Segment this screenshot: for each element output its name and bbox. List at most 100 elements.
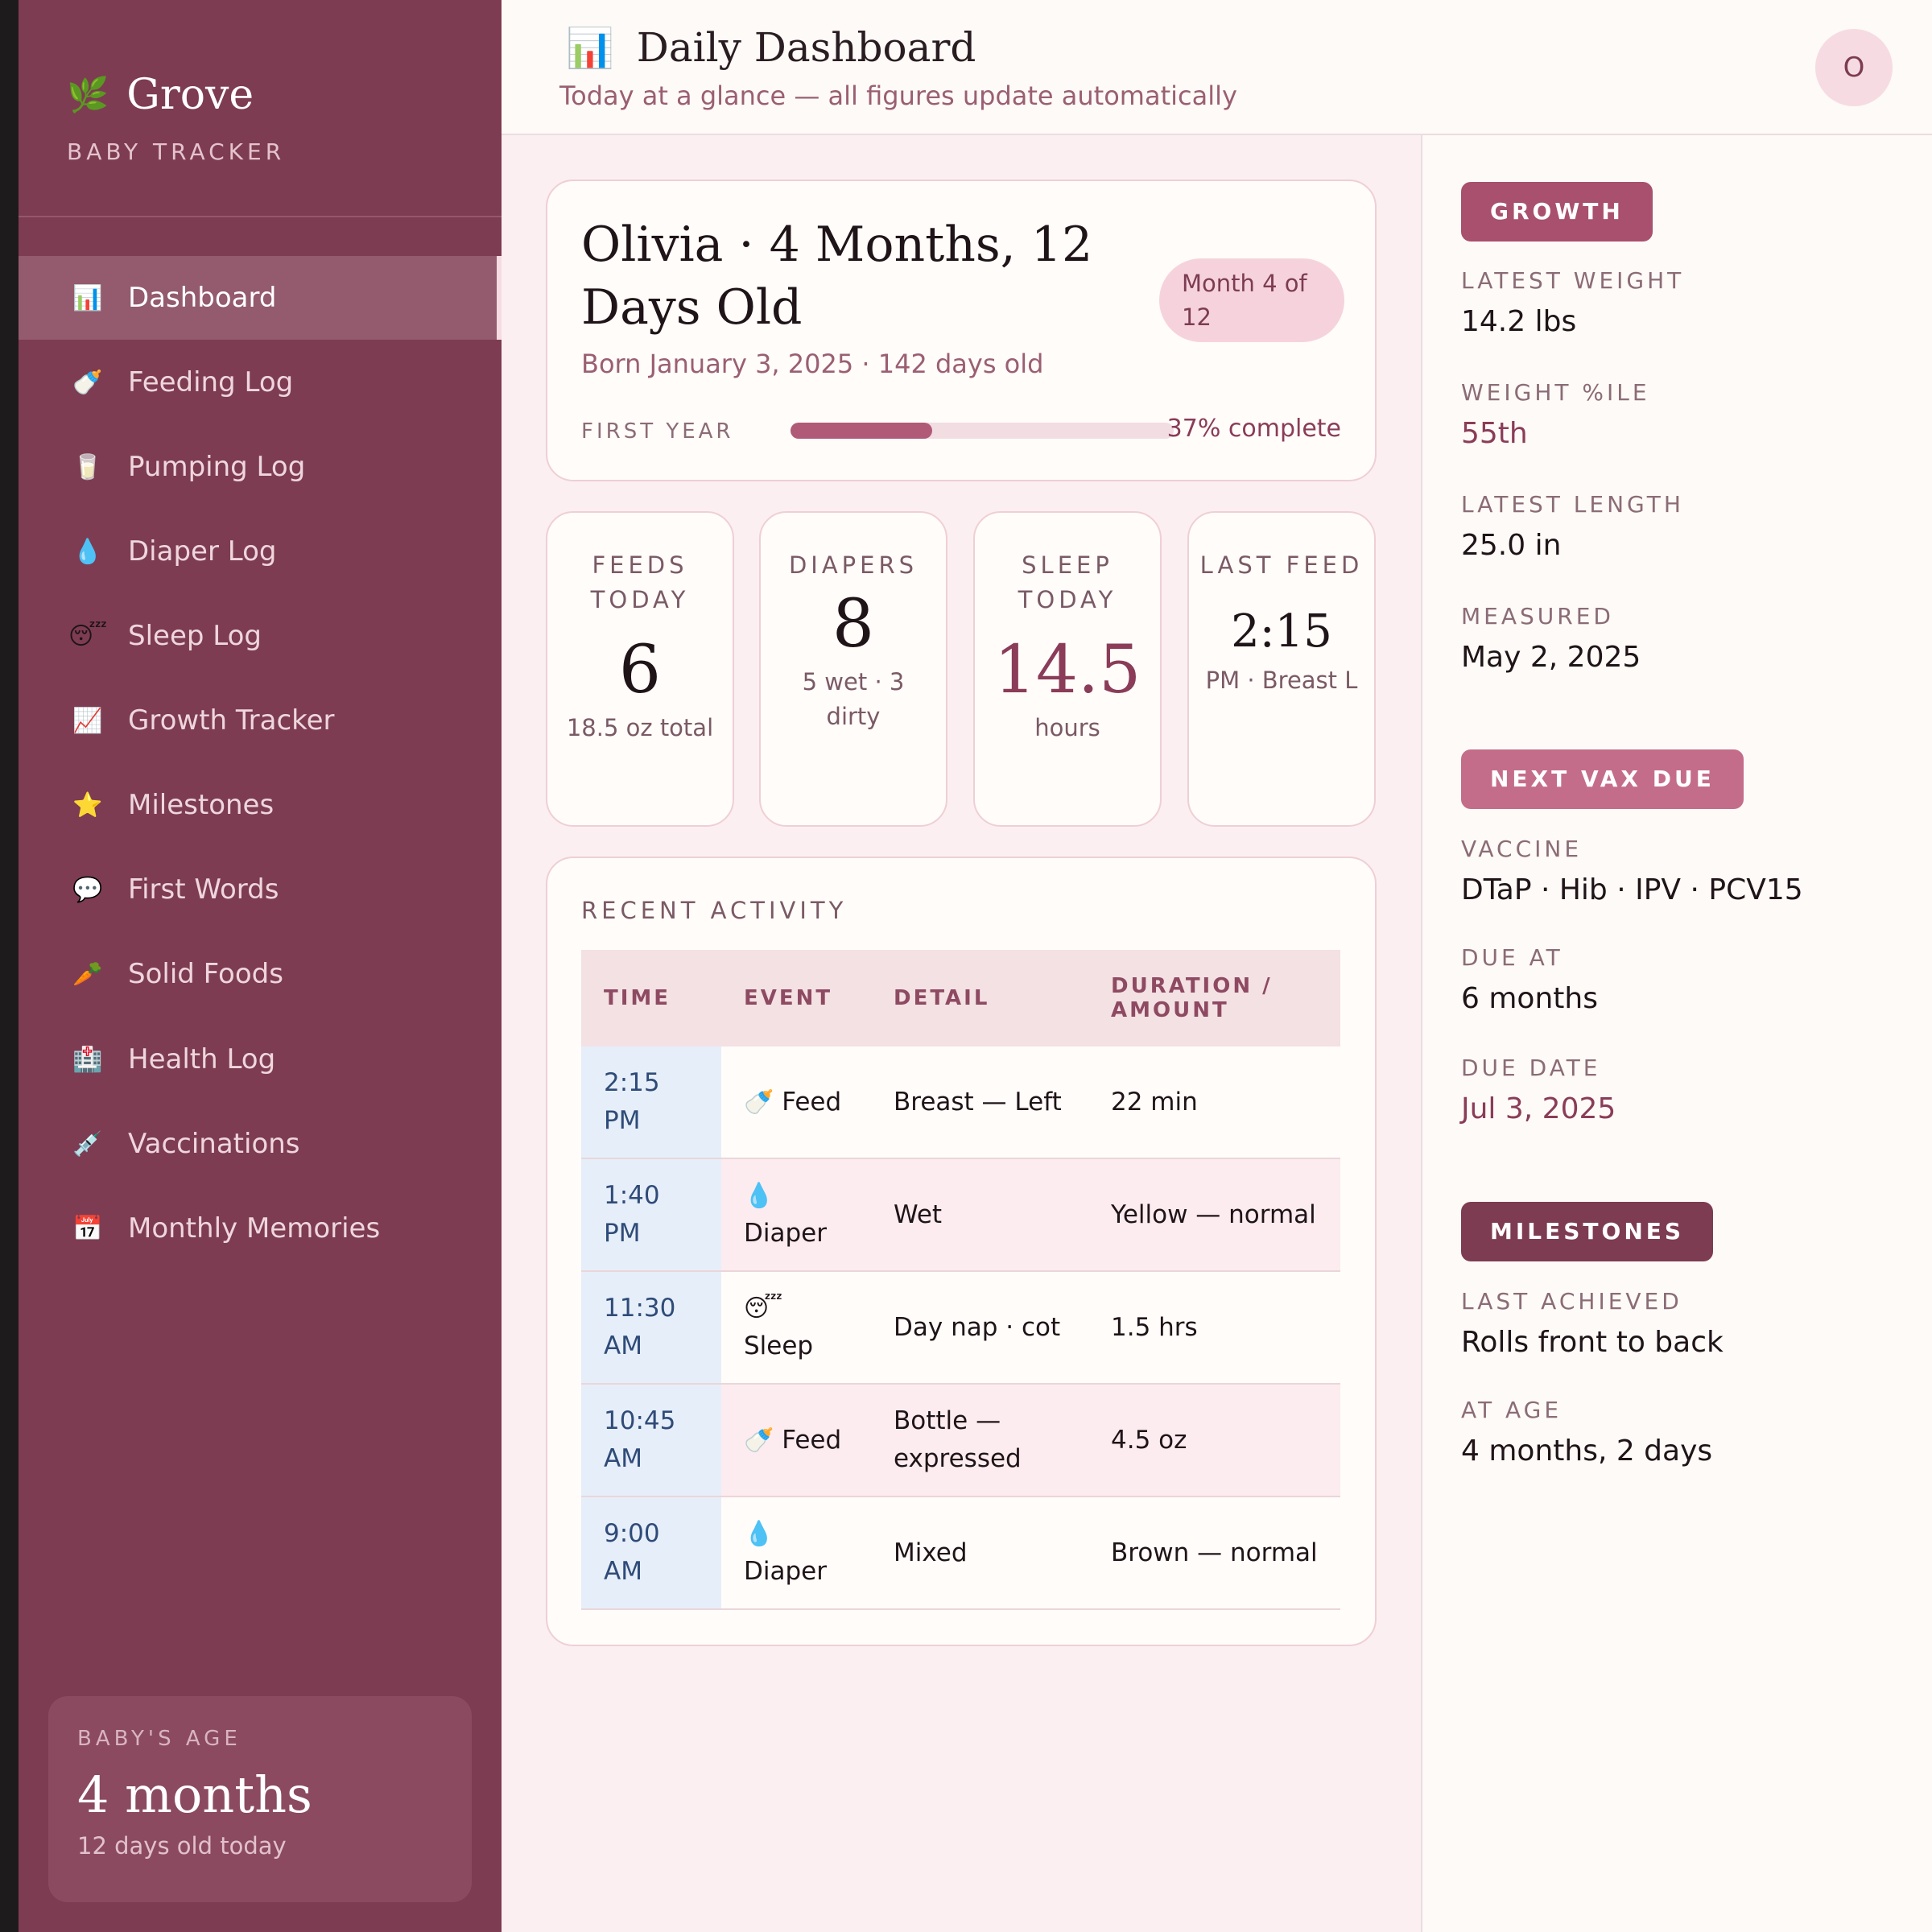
- event-cell: 😴 Sleep: [721, 1271, 871, 1385]
- event-label: Diaper: [744, 1557, 827, 1586]
- calendar-icon: 📅: [72, 1214, 103, 1243]
- stat-card-last-feed: LAST FEED 2:15 PM · Breast L: [1187, 511, 1376, 827]
- sleeping-face-icon: 😴: [744, 1294, 783, 1323]
- detail-cell: Mixed: [871, 1496, 1088, 1610]
- chart-icon: 📊: [72, 283, 103, 312]
- field-label: DUE DATE: [1461, 1055, 1601, 1081]
- sidebar-item-label: Growth Tracker: [128, 704, 335, 737]
- growth-item: WEIGHT %ILE 55th: [1461, 379, 1650, 450]
- summary-panel: GROWTH LATEST WEIGHT 14.2 lbs WEIGHT %IL…: [1421, 135, 1932, 1932]
- amount-cell: Yellow — normal: [1088, 1158, 1340, 1272]
- time-cell: 9:00 AM: [581, 1496, 721, 1610]
- trend-chart-icon: 📈: [72, 706, 103, 735]
- sidebar-item-solid-foods[interactable]: 🥕 Solid Foods: [19, 932, 502, 1016]
- event-label: Sleep: [744, 1331, 814, 1360]
- sidebar-item-health-log[interactable]: 🏥 Health Log: [19, 1018, 502, 1101]
- amount-cell: Brown — normal: [1088, 1496, 1340, 1610]
- sidebar-item-first-words[interactable]: 💬 First Words: [19, 848, 502, 931]
- bottle-icon: 🍼: [744, 1088, 774, 1117]
- field-value: 6 months: [1461, 982, 1598, 1015]
- sidebar-item-diaper-log[interactable]: 💧 Diaper Log: [19, 510, 502, 593]
- sidebar-item-label: Monthly Memories: [128, 1212, 381, 1245]
- event-label: Feed: [782, 1087, 842, 1117]
- time-cell: 11:30 AM: [581, 1271, 721, 1385]
- stat-value: 8: [832, 586, 875, 663]
- brand: 🌿 Grove BABY TRACKER: [67, 71, 285, 165]
- vax-item: DUE AT 6 months: [1461, 944, 1598, 1015]
- detail-cell: Wet: [871, 1158, 1088, 1272]
- sidebar-item-milestones[interactable]: ⭐ Milestones: [19, 763, 502, 847]
- sidebar-item-growth-tracker[interactable]: 📈 Growth Tracker: [19, 679, 502, 762]
- stat-card-feeds: FEEDS TODAY 6 18.5 oz total: [546, 511, 734, 827]
- brand-name: Grove: [126, 71, 254, 119]
- section-title: RECENT ACTIVITY: [581, 897, 848, 924]
- column-header: DURATION / AMOUNT: [1088, 950, 1340, 1046]
- sidebar-item-vaccinations[interactable]: 💉 Vaccinations: [19, 1102, 502, 1186]
- event-cell: 💧 Diaper: [721, 1158, 871, 1272]
- table-row[interactable]: 10:45 AM 🍼 Feed Bottle — expressed 4.5 o…: [581, 1384, 1340, 1497]
- growth-item: LATEST LENGTH 25.0 in: [1461, 491, 1684, 562]
- syringe-icon: 💉: [72, 1129, 103, 1158]
- sidebar-item-sleep-log[interactable]: 😴 Sleep Log: [19, 594, 502, 678]
- field-label: LATEST LENGTH: [1461, 491, 1684, 518]
- progress-label: FIRST YEAR: [581, 419, 734, 444]
- baby-age-sub: 12 days old today: [77, 1832, 287, 1860]
- first-year-progress-bar: [791, 423, 1174, 439]
- sidebar-item-label: Health Log: [128, 1043, 276, 1075]
- main-content: Olivia · 4 Months, 12 Days Old Month 4 o…: [502, 135, 1421, 1932]
- table-row[interactable]: 11:30 AM 😴 Sleep Day nap · cot 1.5 hrs: [581, 1271, 1340, 1385]
- sidebar-divider: [19, 216, 502, 217]
- sleeping-face-icon: 😴: [68, 621, 108, 650]
- bottle-icon: 🍼: [744, 1426, 774, 1455]
- stat-sub: hours: [1034, 714, 1100, 741]
- baby-name-heading: Olivia · 4 Months, 12 Days Old: [581, 217, 1093, 336]
- table-row[interactable]: 9:00 AM 💧 Diaper Mixed Brown — normal: [581, 1496, 1340, 1610]
- speech-bubble-icon: 💬: [72, 875, 103, 904]
- progress-text: 37% complete: [1166, 415, 1341, 443]
- sidebar-item-label: Vaccinations: [128, 1128, 300, 1160]
- stat-label: FEEDS TODAY: [590, 551, 690, 613]
- page-subtitle: Today at a glance — all figures update a…: [559, 80, 1237, 111]
- sidebar-item-feeding-log[interactable]: 🍼 Feeding Log: [19, 341, 502, 424]
- table-row[interactable]: 2:15 PM 🍼 Feed Breast — Left 22 min: [581, 1046, 1340, 1159]
- field-value: DTaP · Hib · IPV · PCV15: [1461, 873, 1803, 906]
- vax-item: DUE DATE Jul 3, 2025: [1461, 1055, 1616, 1125]
- chart-icon: 📊: [566, 25, 614, 71]
- event-cell: 💧 Diaper: [721, 1496, 871, 1610]
- droplet-icon: 💧: [72, 537, 103, 566]
- field-label: WEIGHT %ILE: [1461, 379, 1650, 406]
- stat-sub: 18.5 oz total: [566, 714, 714, 741]
- star-icon: ⭐: [72, 791, 103, 819]
- field-value: 14.2 lbs: [1461, 305, 1577, 338]
- sidebar-item-monthly-memories[interactable]: 📅 Monthly Memories: [19, 1187, 502, 1270]
- field-value: 55th: [1461, 417, 1528, 450]
- sidebar-item-dashboard[interactable]: 📊 Dashboard: [19, 256, 502, 340]
- column-header: DETAIL: [871, 950, 1088, 1046]
- recent-activity-card: RECENT ACTIVITY TIME EVENT DETAIL DURATI…: [546, 857, 1377, 1646]
- table-row[interactable]: 1:40 PM 💧 Diaper Wet Yellow — normal: [581, 1158, 1340, 1272]
- field-label: VACCINE: [1461, 836, 1583, 862]
- hospital-icon: 🏥: [72, 1045, 103, 1074]
- stat-card-diapers: DIAPERS 8 5 wet · 3 dirty: [759, 511, 947, 827]
- detail-cell: Day nap · cot: [871, 1271, 1088, 1385]
- cup-icon: 🥛: [72, 452, 103, 481]
- field-value: May 2, 2025: [1461, 641, 1641, 674]
- avatar[interactable]: O: [1815, 29, 1893, 106]
- birth-info: Born January 3, 2025 · 142 days old: [581, 349, 1044, 379]
- stat-value: 6: [618, 632, 662, 708]
- stat-value: 14.5: [993, 632, 1141, 708]
- sidebar: 🌿 Grove BABY TRACKER 📊 Dashboard 🍼 Feedi…: [19, 0, 502, 1932]
- sidebar-item-pumping-log[interactable]: 🥛 Pumping Log: [19, 425, 502, 509]
- sidebar-item-label: Dashboard: [128, 282, 277, 314]
- page-title: Daily Dashboard: [636, 24, 976, 71]
- sidebar-item-label: Pumping Log: [128, 451, 306, 483]
- leaf-icon: 🌿: [67, 75, 109, 114]
- field-label: LAST ACHIEVED: [1461, 1288, 1682, 1315]
- field-value: Jul 3, 2025: [1461, 1092, 1616, 1125]
- event-label: Diaper: [744, 1219, 827, 1248]
- event-label: Feed: [782, 1425, 842, 1455]
- growth-item: LATEST WEIGHT 14.2 lbs: [1461, 267, 1684, 338]
- field-value: Rolls front to back: [1461, 1326, 1724, 1359]
- field-label: AT AGE: [1461, 1397, 1563, 1423]
- activity-table: TIME EVENT DETAIL DURATION / AMOUNT 2:15…: [581, 950, 1340, 1610]
